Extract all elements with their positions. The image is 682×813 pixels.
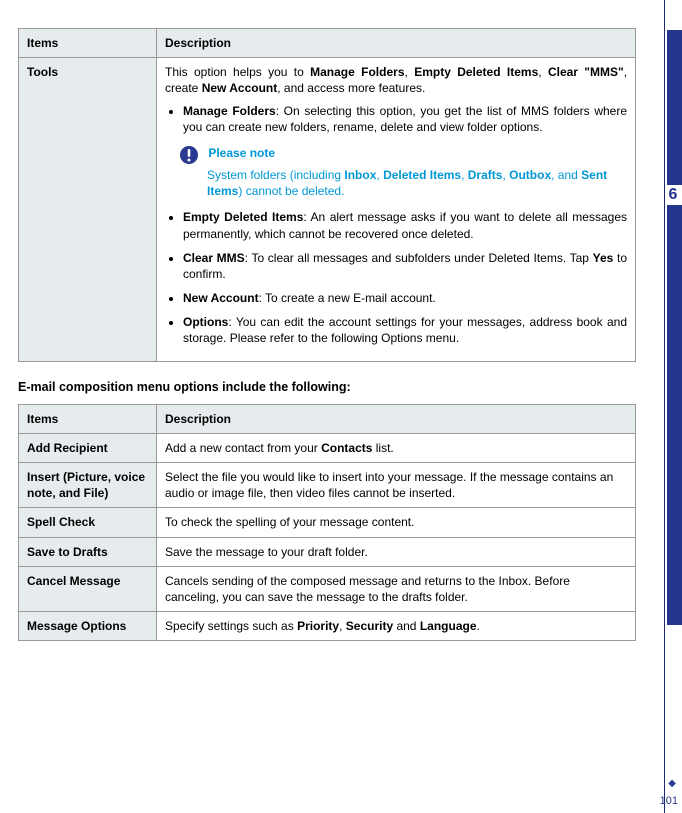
row-desc-message-options: Specify settings such as Priority, Secur… — [157, 612, 636, 641]
note-body: System folders (including Inbox, Deleted… — [207, 167, 627, 199]
row-desc-spell-check: To check the spelling of your message co… — [157, 508, 636, 537]
table-row: Spell Check To check the spelling of you… — [19, 508, 636, 537]
table-header-description: Description — [157, 29, 636, 58]
table-header-items: Items — [19, 29, 157, 58]
table2-header-items: Items — [19, 404, 157, 433]
row-label-message-options: Message Options — [19, 612, 157, 641]
table-row: Add Recipient Add a new contact from you… — [19, 433, 636, 462]
bullet-options: Options: You can edit the account settin… — [183, 314, 627, 346]
page-number: 101 — [660, 795, 678, 807]
row-label-add-recipient: Add Recipient — [19, 433, 157, 462]
bullet-empty-deleted: Empty Deleted Items: An alert message as… — [183, 209, 627, 241]
row-desc-insert: Select the file you would like to insert… — [157, 463, 636, 508]
composition-table: Items Description Add Recipient Add a ne… — [18, 404, 636, 642]
row-label-spell-check: Spell Check — [19, 508, 157, 537]
composition-heading: E-mail composition menu options include … — [18, 380, 636, 394]
table-row: Save to Drafts Save the message to your … — [19, 537, 636, 566]
note-heading: Please note — [208, 146, 275, 160]
bullet-manage-folders: Manage Folders: On selecting this option… — [183, 103, 627, 135]
row-desc-cancel: Cancels sending of the composed message … — [157, 566, 636, 611]
table-row: Insert (Picture, voice note, and File) S… — [19, 463, 636, 508]
chapter-number: 6 — [664, 186, 682, 204]
row-label-insert: Insert (Picture, voice note, and File) — [19, 463, 157, 508]
row-desc-save-drafts: Save the message to your draft folder. — [157, 537, 636, 566]
tools-intro: This option helps you to Manage Folders,… — [165, 64, 627, 96]
note-block: Please note System folders (including In… — [179, 145, 627, 199]
row-desc-add-recipient: Add a new contact from your Contacts lis… — [157, 433, 636, 462]
bullet-new-account: New Account: To create a new E-mail acco… — [183, 290, 627, 306]
bullet-clear-mms: Clear MMS: To clear all messages and sub… — [183, 250, 627, 282]
chapter-sidebar: 6 ◆ 101 — [664, 0, 682, 813]
tools-row-label: Tools — [19, 58, 157, 361]
row-label-cancel: Cancel Message — [19, 566, 157, 611]
table-row: Message Options Specify settings such as… — [19, 612, 636, 641]
alert-icon — [179, 145, 199, 165]
tools-description-cell: This option helps you to Manage Folders,… — [157, 58, 636, 361]
table2-header-description: Description — [157, 404, 636, 433]
table-row: Cancel Message Cancels sending of the co… — [19, 566, 636, 611]
row-label-save-drafts: Save to Drafts — [19, 537, 157, 566]
tools-table: Items Description Tools This option help… — [18, 28, 636, 362]
footer-diamond-icon: ◆ — [668, 778, 676, 789]
